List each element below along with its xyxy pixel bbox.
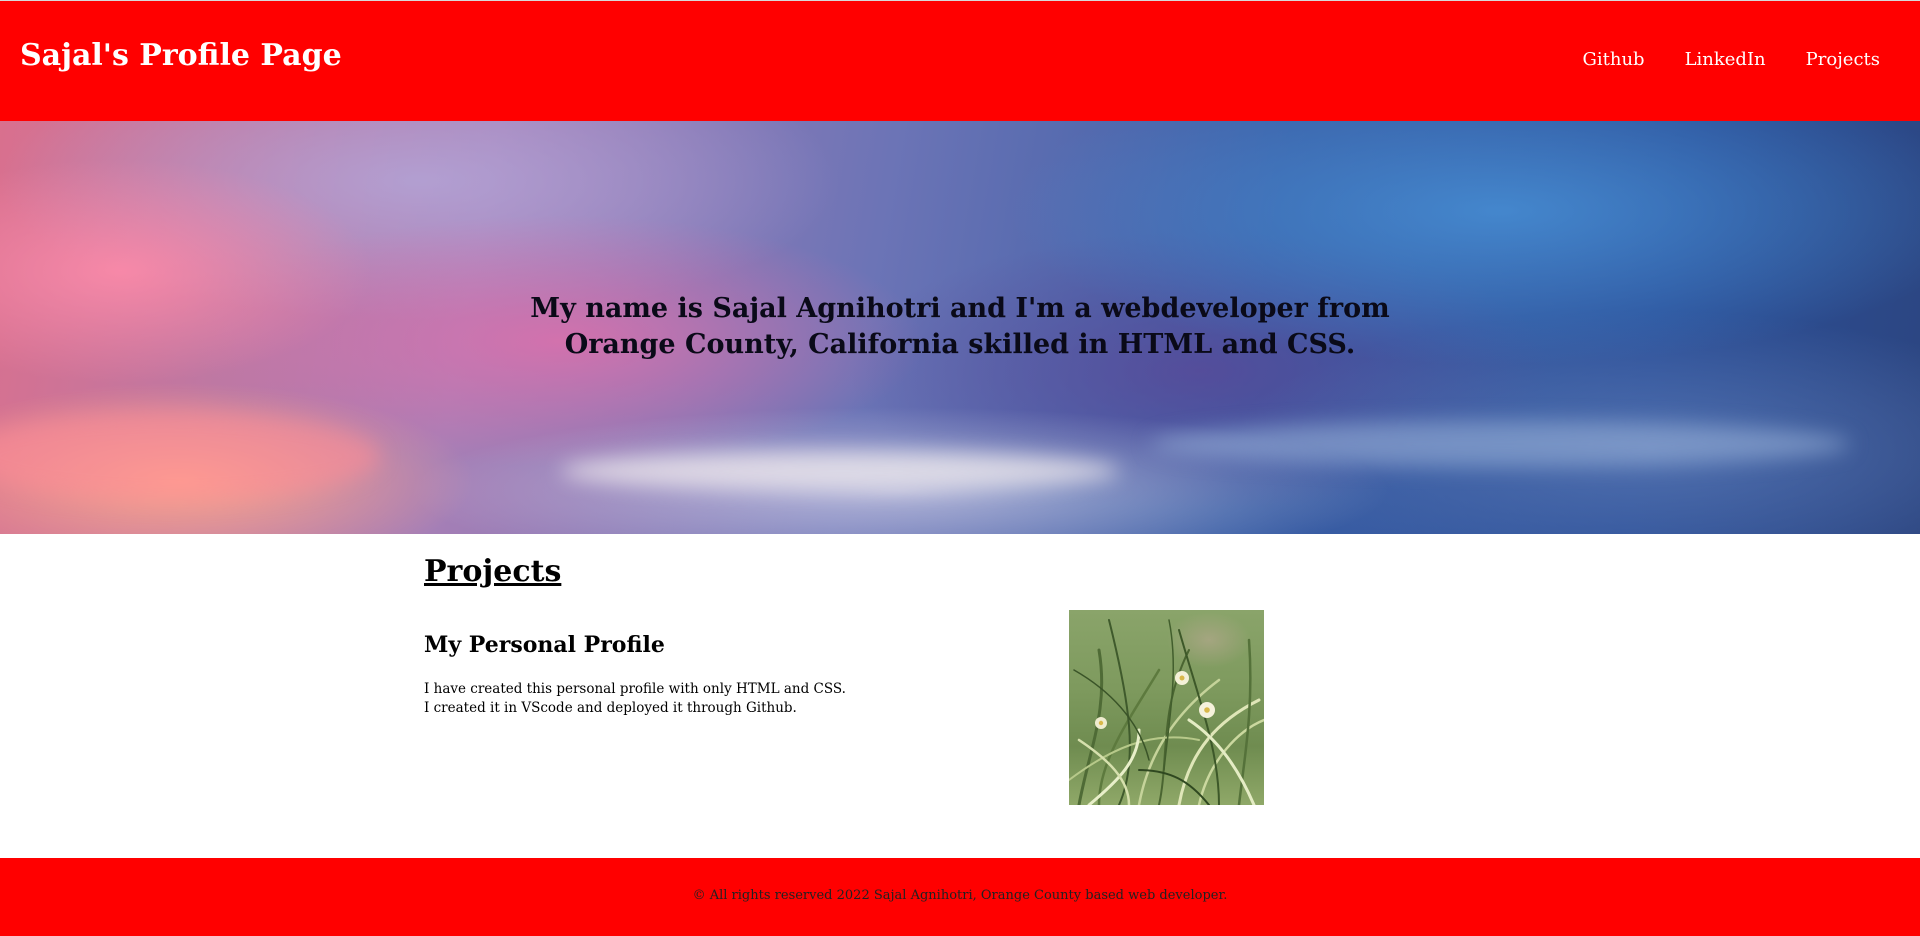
site-title: Sajal's Profile Page xyxy=(20,38,342,73)
site-footer: © All rights reserved 2022 Sajal Agnihot… xyxy=(0,858,1920,936)
footer-copyright: © All rights reserved 2022 Sajal Agnihot… xyxy=(692,888,1228,903)
nav-link-github[interactable]: Github xyxy=(1582,51,1644,69)
projects-heading: Projects xyxy=(424,554,562,589)
nav-link-projects[interactable]: Projects xyxy=(1806,51,1880,69)
hero-banner: My name is Sajal Agnihotri and I'm a web… xyxy=(0,121,1920,534)
cloud-streak xyxy=(1150,421,1850,467)
project-description-line: I have created this personal profile wit… xyxy=(424,681,846,697)
nav-link-linkedin[interactable]: LinkedIn xyxy=(1685,51,1766,69)
cloud-highlight xyxy=(560,451,1120,491)
project-description: I have created this personal profile wit… xyxy=(424,680,846,718)
sunset-glow xyxy=(0,411,380,501)
site-header: Sajal's Profile Page Github LinkedIn Pro… xyxy=(0,0,1920,121)
project-title: My Personal Profile xyxy=(424,632,665,658)
project-description-line: I created it in VScode and deployed it t… xyxy=(424,700,797,716)
grass-flowers-image xyxy=(1069,619,1264,805)
main-nav: Github LinkedIn Projects xyxy=(1582,51,1880,69)
project-thumbnail-grass xyxy=(1069,610,1264,805)
hero-intro-text: My name is Sajal Agnihotri and I'm a web… xyxy=(530,293,1390,360)
